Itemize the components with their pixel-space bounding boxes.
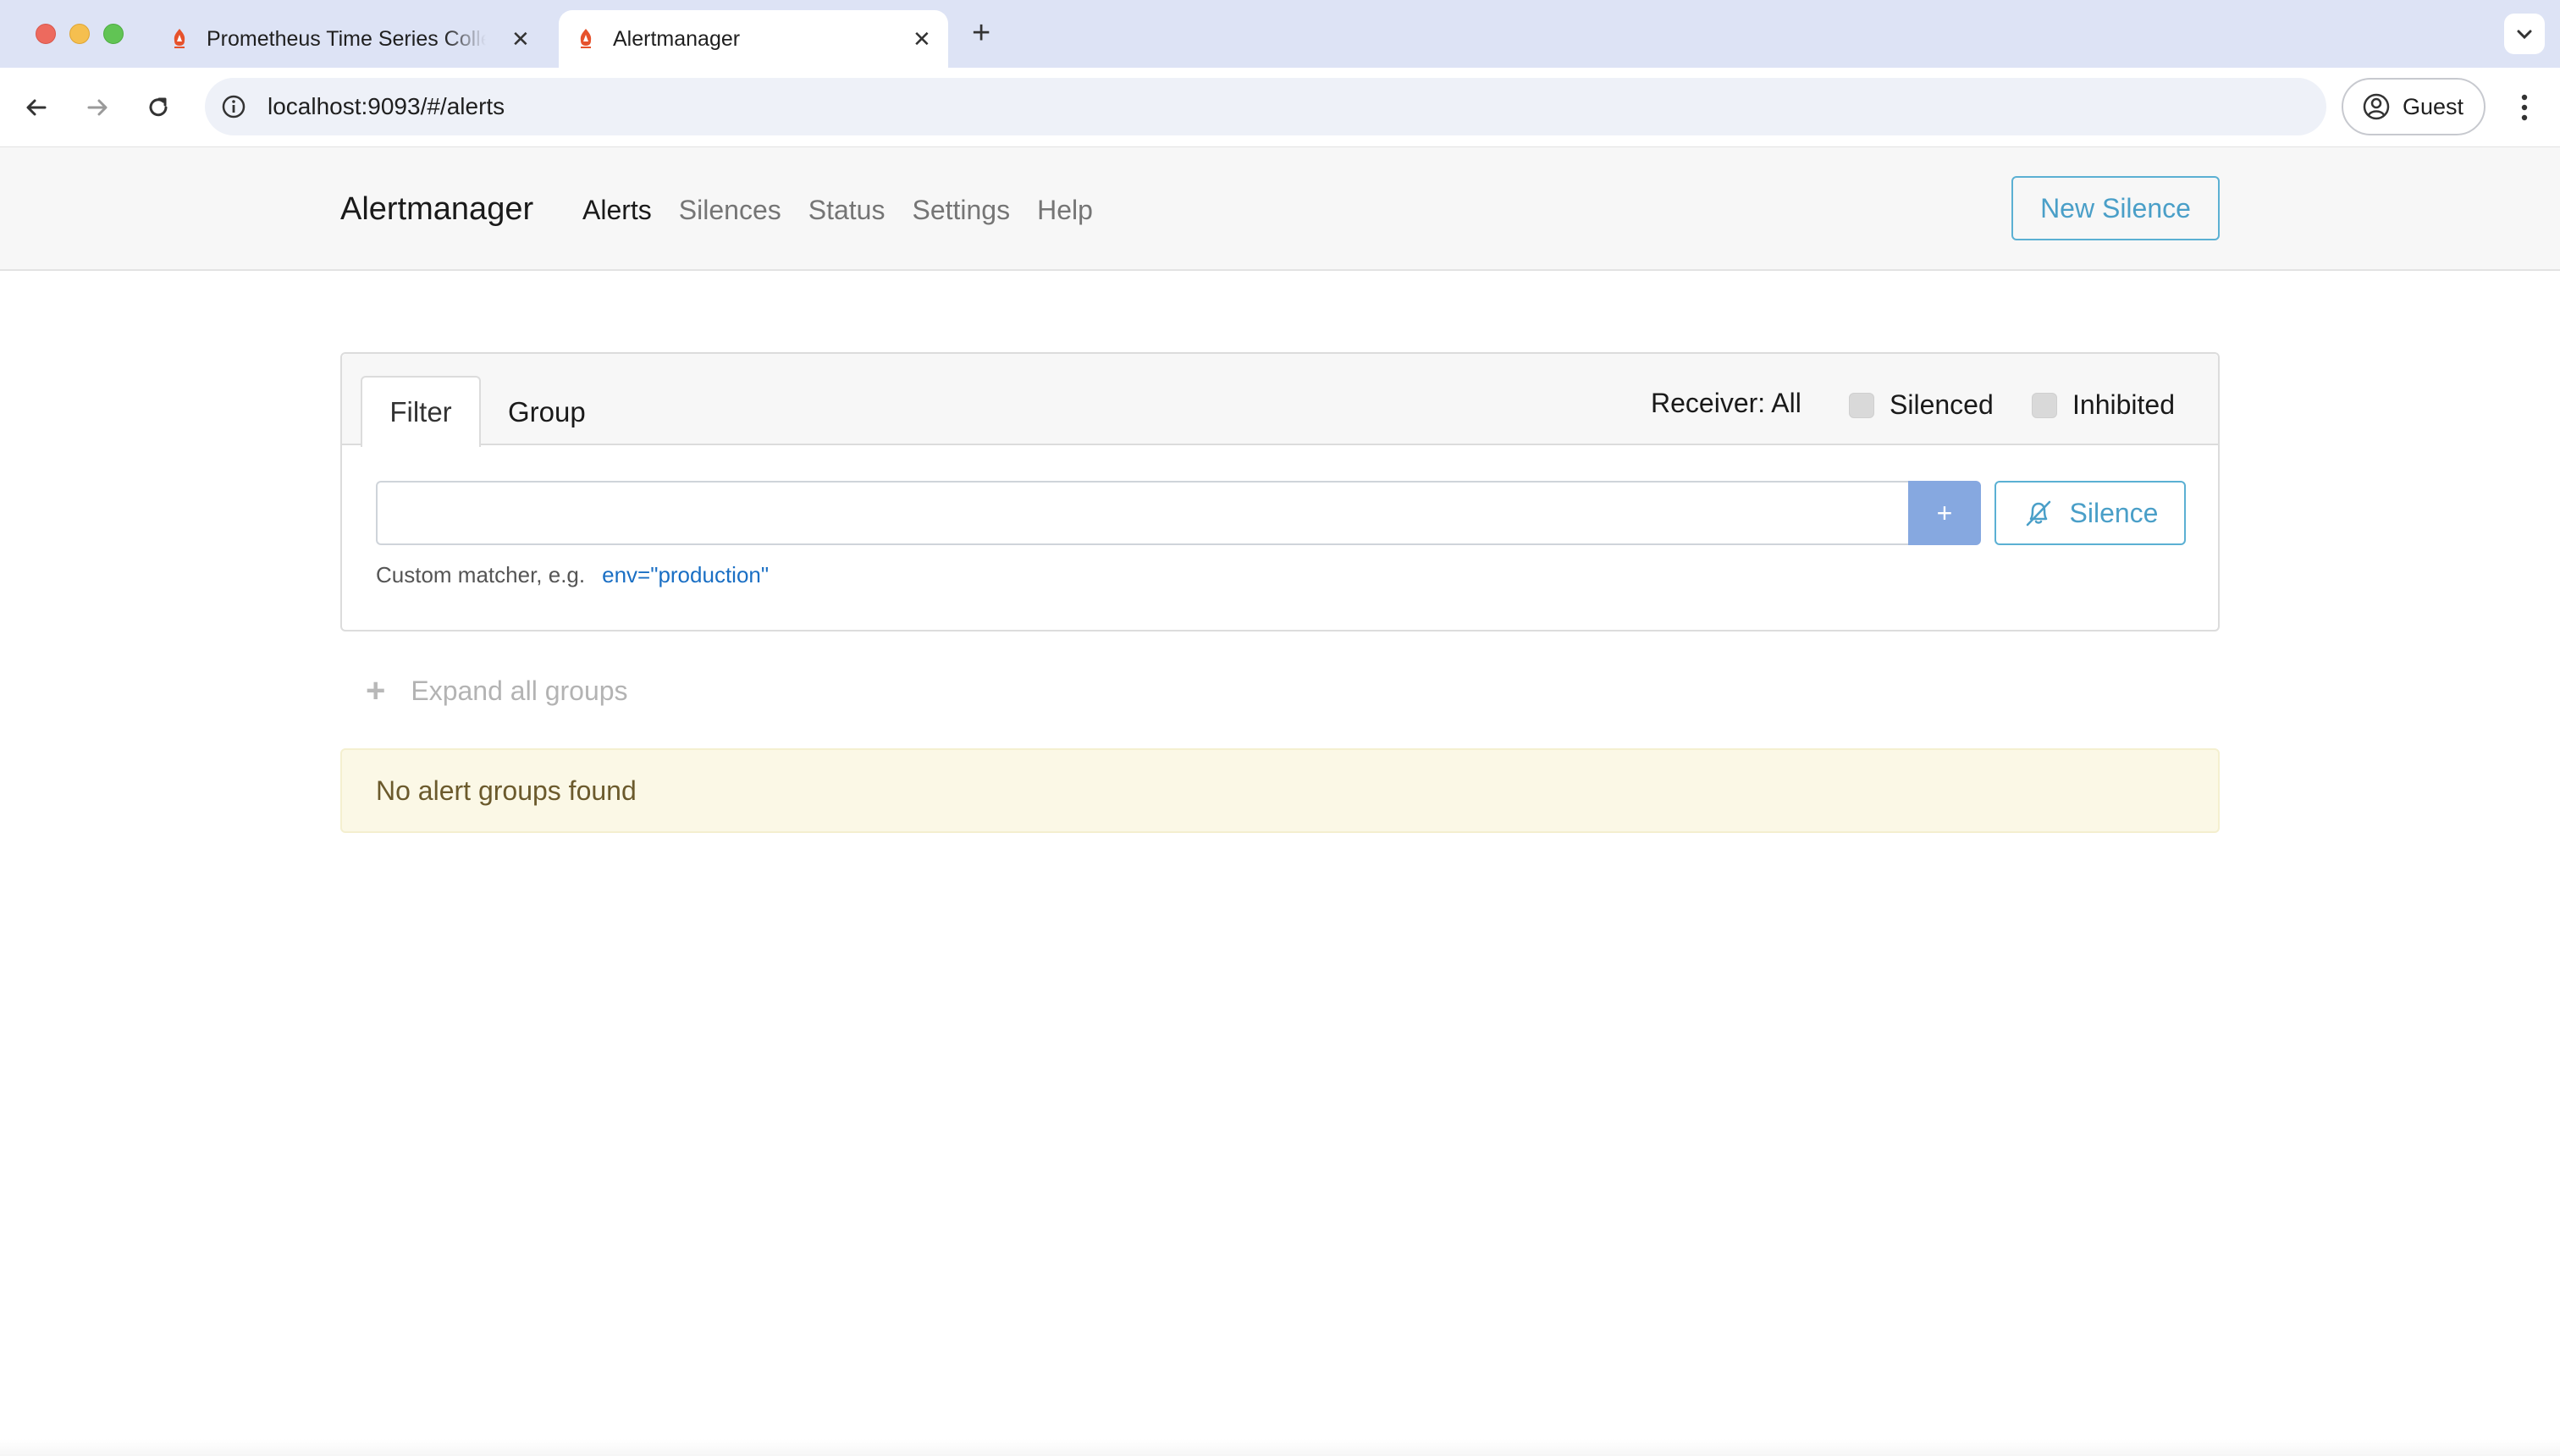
prometheus-favicon-icon — [174, 29, 185, 48]
arrow-right-icon — [87, 99, 108, 116]
tab-filter[interactable]: Filter — [361, 376, 481, 447]
tab-title: Prometheus Time Series Collection and Pr… — [207, 26, 486, 51]
forward-button[interactable] — [78, 88, 117, 127]
app-navbar: Alertmanager Alerts Silences Status Sett… — [0, 147, 2560, 271]
silence-label: Silence — [2069, 497, 2159, 528]
address-bar[interactable]: localhost:9093/#/alerts — [205, 78, 2326, 135]
site-info-icon[interactable] — [220, 93, 247, 120]
tab-title: Alertmanager — [613, 26, 741, 51]
nav-status[interactable]: Status — [808, 195, 886, 226]
close-tab-icon[interactable]: ✕ — [913, 28, 931, 50]
new-silence-button[interactable]: New Silence — [2011, 176, 2220, 240]
inhibited-checkbox[interactable]: Inhibited — [2032, 389, 2175, 421]
add-matcher-label: + — [1936, 497, 1953, 528]
browser-toolbar: localhost:9093/#/alerts Guest — [0, 68, 2560, 147]
tab-search-button[interactable] — [2504, 14, 2545, 54]
silence-button[interactable]: Silence — [1994, 481, 2186, 545]
plus-icon: + — [366, 672, 386, 709]
silenced-checkbox[interactable]: Silenced — [1849, 389, 1994, 421]
app-brand[interactable]: Alertmanager — [340, 191, 533, 228]
window-minimize-button[interactable] — [69, 24, 90, 44]
filter-card-header: Filter Group Receiver: All Silenced Inhi… — [342, 354, 2218, 447]
browser-menu-button[interactable] — [2508, 88, 2541, 127]
back-button[interactable] — [17, 88, 56, 127]
filter-card: Filter Group Receiver: All Silenced Inhi… — [340, 352, 2220, 631]
browser-tab-alertmanager[interactable]: Alertmanager ✕ — [559, 10, 948, 68]
inhibited-label: Inhibited — [2072, 389, 2175, 420]
tab-group[interactable]: Group — [508, 396, 586, 428]
alertmanager-favicon-icon — [580, 29, 592, 48]
receiver-dropdown[interactable]: Receiver: All — [1651, 388, 1801, 419]
expand-all-groups-button[interactable]: + Expand all groups — [366, 672, 628, 710]
url-text: localhost:9093/#/alerts — [268, 93, 505, 119]
hint-example-link[interactable]: env="production" — [602, 562, 769, 588]
user-circle-icon — [2363, 93, 2390, 120]
expand-all-label: Expand all groups — [411, 676, 628, 706]
browser-tab-prometheus[interactable]: Prometheus Time Series Collection and Pr… — [169, 10, 542, 68]
profile-label: Guest — [2403, 93, 2464, 119]
profile-button[interactable]: Guest — [2342, 78, 2486, 135]
window-close-button[interactable] — [36, 24, 56, 44]
no-alerts-text: No alert groups found — [376, 775, 637, 806]
nav-alerts[interactable]: Alerts — [582, 195, 652, 226]
bell-slash-icon — [2026, 500, 2050, 527]
window-maximize-button[interactable] — [103, 24, 124, 44]
matcher-input[interactable] — [376, 481, 1910, 545]
close-tab-icon[interactable]: ✕ — [511, 28, 530, 50]
add-matcher-button[interactable]: + — [1908, 481, 1981, 545]
nav-settings[interactable]: Settings — [912, 195, 1010, 226]
checkbox-box[interactable] — [1849, 392, 1874, 418]
nav-silences[interactable]: Silences — [679, 195, 781, 226]
more-vertical-icon — [2521, 94, 2528, 121]
hint-text: Custom matcher, e.g. — [376, 562, 586, 587]
chevron-down-icon — [2517, 30, 2532, 40]
checkbox-box[interactable] — [2032, 392, 2057, 418]
arrow-left-icon — [26, 99, 47, 116]
no-alerts-message: No alert groups found — [340, 748, 2220, 833]
nav-help[interactable]: Help — [1037, 195, 1093, 226]
main-nav: Alerts Silences Status Settings Help — [582, 195, 1120, 226]
matcher-hint: Custom matcher, e.g. env="production" — [376, 562, 769, 588]
reload-button[interactable] — [139, 88, 178, 127]
silenced-label: Silenced — [1890, 389, 1994, 420]
reload-icon — [149, 97, 168, 117]
new-tab-icon[interactable]: + — [972, 17, 990, 49]
browser-tab-strip: Prometheus Time Series Collection and Pr… — [0, 0, 2560, 68]
page-bottom-shadow — [0, 1439, 2560, 1456]
